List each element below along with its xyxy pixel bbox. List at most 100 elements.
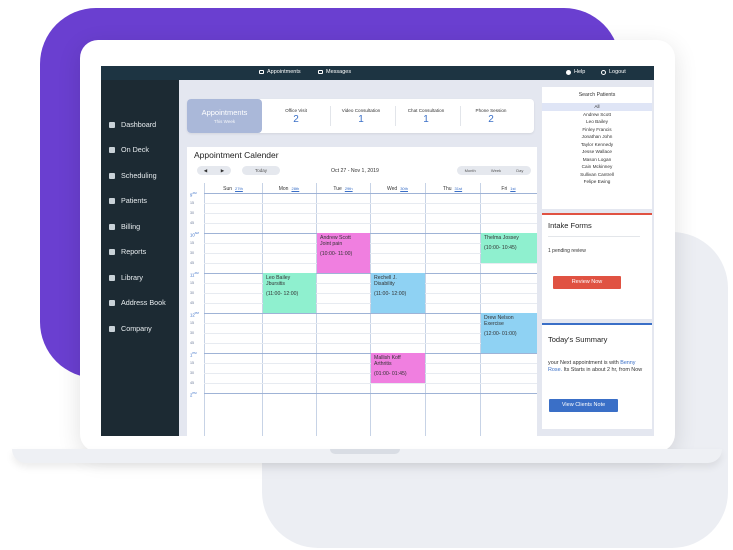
on-deck-icon: [109, 146, 115, 153]
sidebar-item-on-deck[interactable]: On Deck: [109, 145, 149, 154]
stat-label: Phone Session: [475, 107, 507, 113]
day-header[interactable]: Tue 29th: [316, 186, 370, 192]
appointment-time: (10:00- 11:00): [320, 251, 353, 258]
sidebar-item-scheduling[interactable]: Scheduling: [109, 171, 157, 180]
quarter-gridline: [204, 223, 537, 224]
sidebar-item-label: Library: [121, 273, 143, 282]
calendar-icon: [259, 70, 264, 74]
sidebar-item-label: Patients: [121, 196, 147, 205]
sidebar-item-billing[interactable]: Billing: [109, 222, 140, 231]
intake-divider: [548, 236, 640, 237]
minute-label: 15: [190, 281, 194, 285]
appointment-block[interactable]: Andrew Scott Joint pain (10:00- 11:00): [317, 233, 370, 273]
hour-label: 1PM: [190, 351, 197, 358]
appointment-block[interactable]: Drew Nelson Exercise (12:00- 01:00): [481, 313, 537, 353]
day-column-divider: [425, 183, 426, 436]
patient-list-item[interactable]: Leo Bailey: [542, 118, 652, 126]
sidebar-item-label: Reports: [121, 247, 147, 256]
day-date-link[interactable]: 27th: [235, 186, 243, 191]
address-book-icon: [109, 299, 115, 306]
logout-link[interactable]: Logout: [601, 69, 626, 75]
appointment-time: (11:00- 12:00): [374, 291, 407, 298]
patient-list-item[interactable]: Finley Francis: [542, 126, 652, 134]
summary-title: Today's Summary: [548, 335, 608, 344]
stats-title: Appointments: [201, 108, 248, 117]
stats-subtitle: This Week: [213, 119, 236, 124]
hour-label: 11AM: [190, 271, 199, 278]
hour-label: 10AM: [190, 231, 199, 238]
sidebar-item-dashboard[interactable]: Dashboard: [109, 120, 156, 129]
day-header[interactable]: Wed 30th: [370, 186, 425, 192]
patient-list-item[interactable]: Felipe Ewing: [542, 178, 652, 186]
minute-label: 30: [190, 211, 194, 215]
stat-label: Chat Consultation: [407, 107, 445, 113]
day-header[interactable]: Sun 27th: [204, 186, 262, 192]
stat-label: Office Visit: [285, 107, 307, 113]
library-icon: [109, 274, 115, 281]
day-name: Fri: [501, 186, 508, 192]
day-date-link[interactable]: 28th: [291, 186, 299, 191]
sidebar-item-patients[interactable]: Patients: [109, 196, 147, 205]
stat-phone-session[interactable]: Phone Session 2: [460, 102, 522, 126]
view-day-button[interactable]: Day: [516, 168, 523, 173]
reports-icon: [109, 248, 115, 255]
patient-list-item[interactable]: Sullivan Cantrell: [542, 171, 652, 179]
patient-list-item[interactable]: Jonathan John: [542, 133, 652, 141]
today-button[interactable]: Today: [242, 166, 280, 175]
stats-summary-tile[interactable]: Appointments This Week: [187, 99, 262, 133]
sidebar-item-reports[interactable]: Reports: [109, 247, 146, 256]
patient-list-item[interactable]: Cain Mckinney: [542, 163, 652, 171]
day-column-divider: [316, 183, 317, 436]
sidebar-item-library[interactable]: Library: [109, 273, 143, 282]
pending-review-text: 1 pending review: [548, 248, 586, 254]
day-header[interactable]: Fri 1st: [480, 186, 537, 192]
minute-label: 30: [190, 331, 194, 335]
help-icon: [566, 69, 571, 75]
day-date-link[interactable]: 1st: [510, 186, 515, 191]
appointment-block[interactable]: Thelma Jossey (10:00- 10:45): [481, 233, 537, 263]
patient-list-item[interactable]: Andrew Scott: [542, 111, 652, 119]
calendar-title: Appointment Calender: [194, 150, 279, 160]
stat-chat-consultation[interactable]: Chat Consultation 1: [395, 102, 457, 126]
patient-filter-all[interactable]: All: [542, 103, 652, 111]
sidebar-item-address-book[interactable]: Address Book: [109, 298, 166, 307]
view-week-button[interactable]: Week: [491, 168, 501, 173]
patient-list-item[interactable]: Jesse Wallace: [542, 148, 652, 156]
search-patients-panel: Search Patients All Andrew Scott Leo Baile…: [542, 87, 652, 209]
patient-list-item[interactable]: Mason Logan: [542, 156, 652, 164]
appointment-calendar: Appointment Calender ◀ ▶ Today Oct 27 - …: [187, 147, 537, 436]
day-header[interactable]: Mon 28th: [262, 186, 316, 192]
help-link[interactable]: Help: [566, 69, 585, 75]
hour-label: 9AM: [190, 191, 197, 198]
stat-office-visit[interactable]: Office Visit 2: [265, 102, 327, 126]
view-clients-note-button[interactable]: View Clients Note: [549, 399, 618, 412]
stat-video-consultation[interactable]: Video Consultation 1: [330, 102, 392, 126]
sidebar-item-label: Scheduling: [121, 171, 157, 180]
sidebar-item-company[interactable]: Company: [109, 324, 152, 333]
review-now-button[interactable]: Review Now: [553, 276, 621, 289]
minute-label: 30: [190, 251, 194, 255]
day-date-link[interactable]: 29th: [345, 186, 353, 191]
quarter-gridline: [204, 383, 537, 384]
minute-label: 45: [190, 341, 194, 345]
next-arrow-icon[interactable]: ▶: [221, 168, 224, 174]
patient-list-item[interactable]: Taylor Kennedy: [542, 141, 652, 149]
view-month-button[interactable]: Month: [465, 168, 476, 173]
messages-link[interactable]: Messages: [318, 69, 351, 75]
appointment-block[interactable]: Mallish Koff Arthritis (01:00- 01:45): [371, 353, 425, 383]
minute-label: 45: [190, 221, 194, 225]
appointment-block[interactable]: Leo Bailey Jbursitis (11:00- 12:00): [263, 273, 316, 313]
logout-label: Logout: [609, 69, 626, 75]
appointment-block[interactable]: Rechell J. Disability (11:00- 12:00): [371, 273, 425, 313]
day-header[interactable]: Thu 31st: [425, 186, 480, 192]
hour-gridline: [204, 193, 537, 194]
appointments-link[interactable]: Appointments: [259, 69, 301, 75]
app-screen: Appointments Messages Help Logout Dashbo…: [101, 66, 654, 436]
appointment-time: (12:00- 01:00): [484, 331, 517, 338]
day-date-link[interactable]: 31st: [455, 186, 463, 191]
prev-arrow-icon[interactable]: ◀: [204, 168, 207, 174]
day-name: Mon: [278, 186, 289, 192]
appointment-time: (10:00- 10:45): [484, 245, 517, 252]
day-date-link[interactable]: 30th: [400, 186, 408, 191]
day-name: Tue: [333, 186, 342, 192]
